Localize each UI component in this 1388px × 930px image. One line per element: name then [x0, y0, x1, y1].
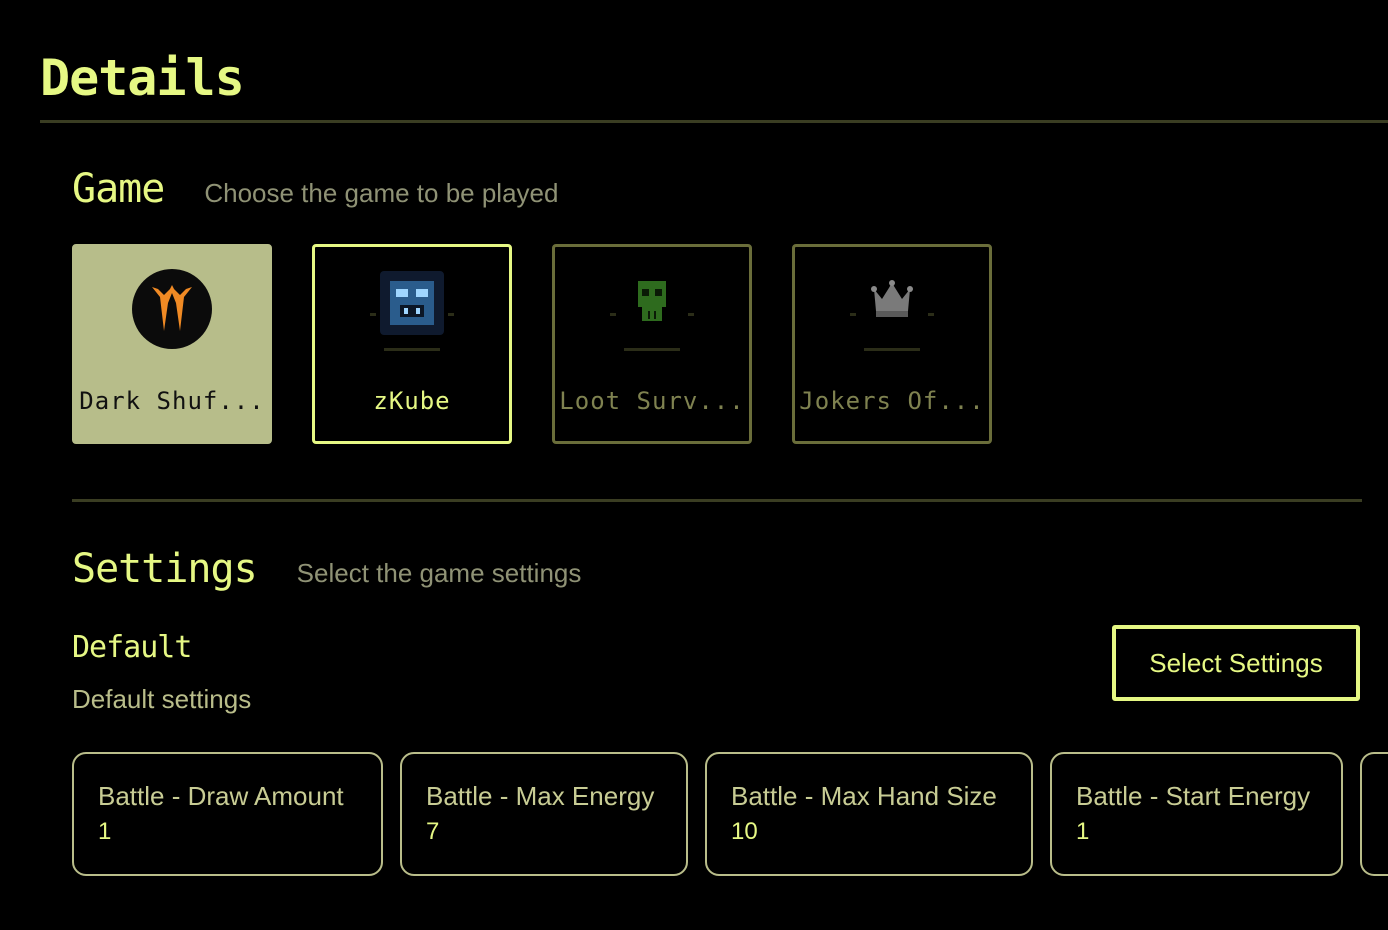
setting-name: Battle - Max Energy [426, 781, 655, 811]
setting-name: Battle - Start Energy [1076, 781, 1311, 811]
game-label: Jokers Of... [799, 387, 985, 415]
setting-value: 7 [426, 818, 440, 845]
jokers-crown-icon [850, 267, 934, 351]
dark-shuffle-logo-icon [130, 267, 214, 351]
setting-card: Battle - Max Energy 7 [400, 752, 688, 876]
zkube-totem-icon [370, 267, 454, 351]
setting-card: Battle - Start Energy 1 [1050, 752, 1343, 876]
settings-preset-description: Default settings [72, 684, 252, 714]
game-label: Dark Shuf... [79, 387, 265, 415]
setting-card: Battle - Draw Amount 1 [72, 752, 383, 876]
select-settings-button[interactable]: Select Settings [1112, 625, 1360, 701]
setting-name: Battle - Max Hand Size [731, 781, 997, 811]
setting-value: 10 [731, 818, 758, 845]
game-card-dark-shuffle[interactable]: Dark Shuf... [72, 244, 272, 444]
game-section-title: Game [72, 166, 165, 212]
settings-section-header: Settings Select the game settings [72, 546, 581, 592]
page-title: Details [40, 49, 245, 107]
loot-survivor-skull-icon [610, 267, 694, 351]
title-divider [40, 120, 1388, 123]
settings-list: Battle - Draw Amount 1 Battle - Max Ener… [72, 752, 1388, 876]
setting-name: Battle - Draw Amount [98, 781, 344, 811]
setting-card: Battle - Max Hand Size 10 [705, 752, 1033, 876]
game-card-loot-survivor[interactable]: Loot Surv... [552, 244, 752, 444]
game-label: Loot Surv... [559, 387, 745, 415]
game-card-jokers[interactable]: Jokers Of... [792, 244, 992, 444]
settings-section-subtitle: Select the game settings [296, 558, 582, 588]
details-page: Details Game Choose the game to be playe… [0, 0, 1388, 930]
game-card-zkube[interactable]: zKube [312, 244, 512, 444]
game-section-subtitle: Choose the game to be played [204, 178, 559, 208]
setting-value: 1 [98, 818, 112, 845]
setting-card-overflow [1360, 752, 1388, 876]
settings-preset-name: Default [72, 630, 192, 665]
settings-section-title: Settings [72, 546, 258, 592]
game-section-header: Game Choose the game to be played [72, 166, 558, 212]
game-label: zKube [373, 387, 451, 415]
setting-value: 1 [1076, 818, 1090, 845]
section-divider [72, 499, 1362, 502]
game-list: Dark Shuf... zKube Loot Surv... Jokers O… [72, 244, 992, 444]
